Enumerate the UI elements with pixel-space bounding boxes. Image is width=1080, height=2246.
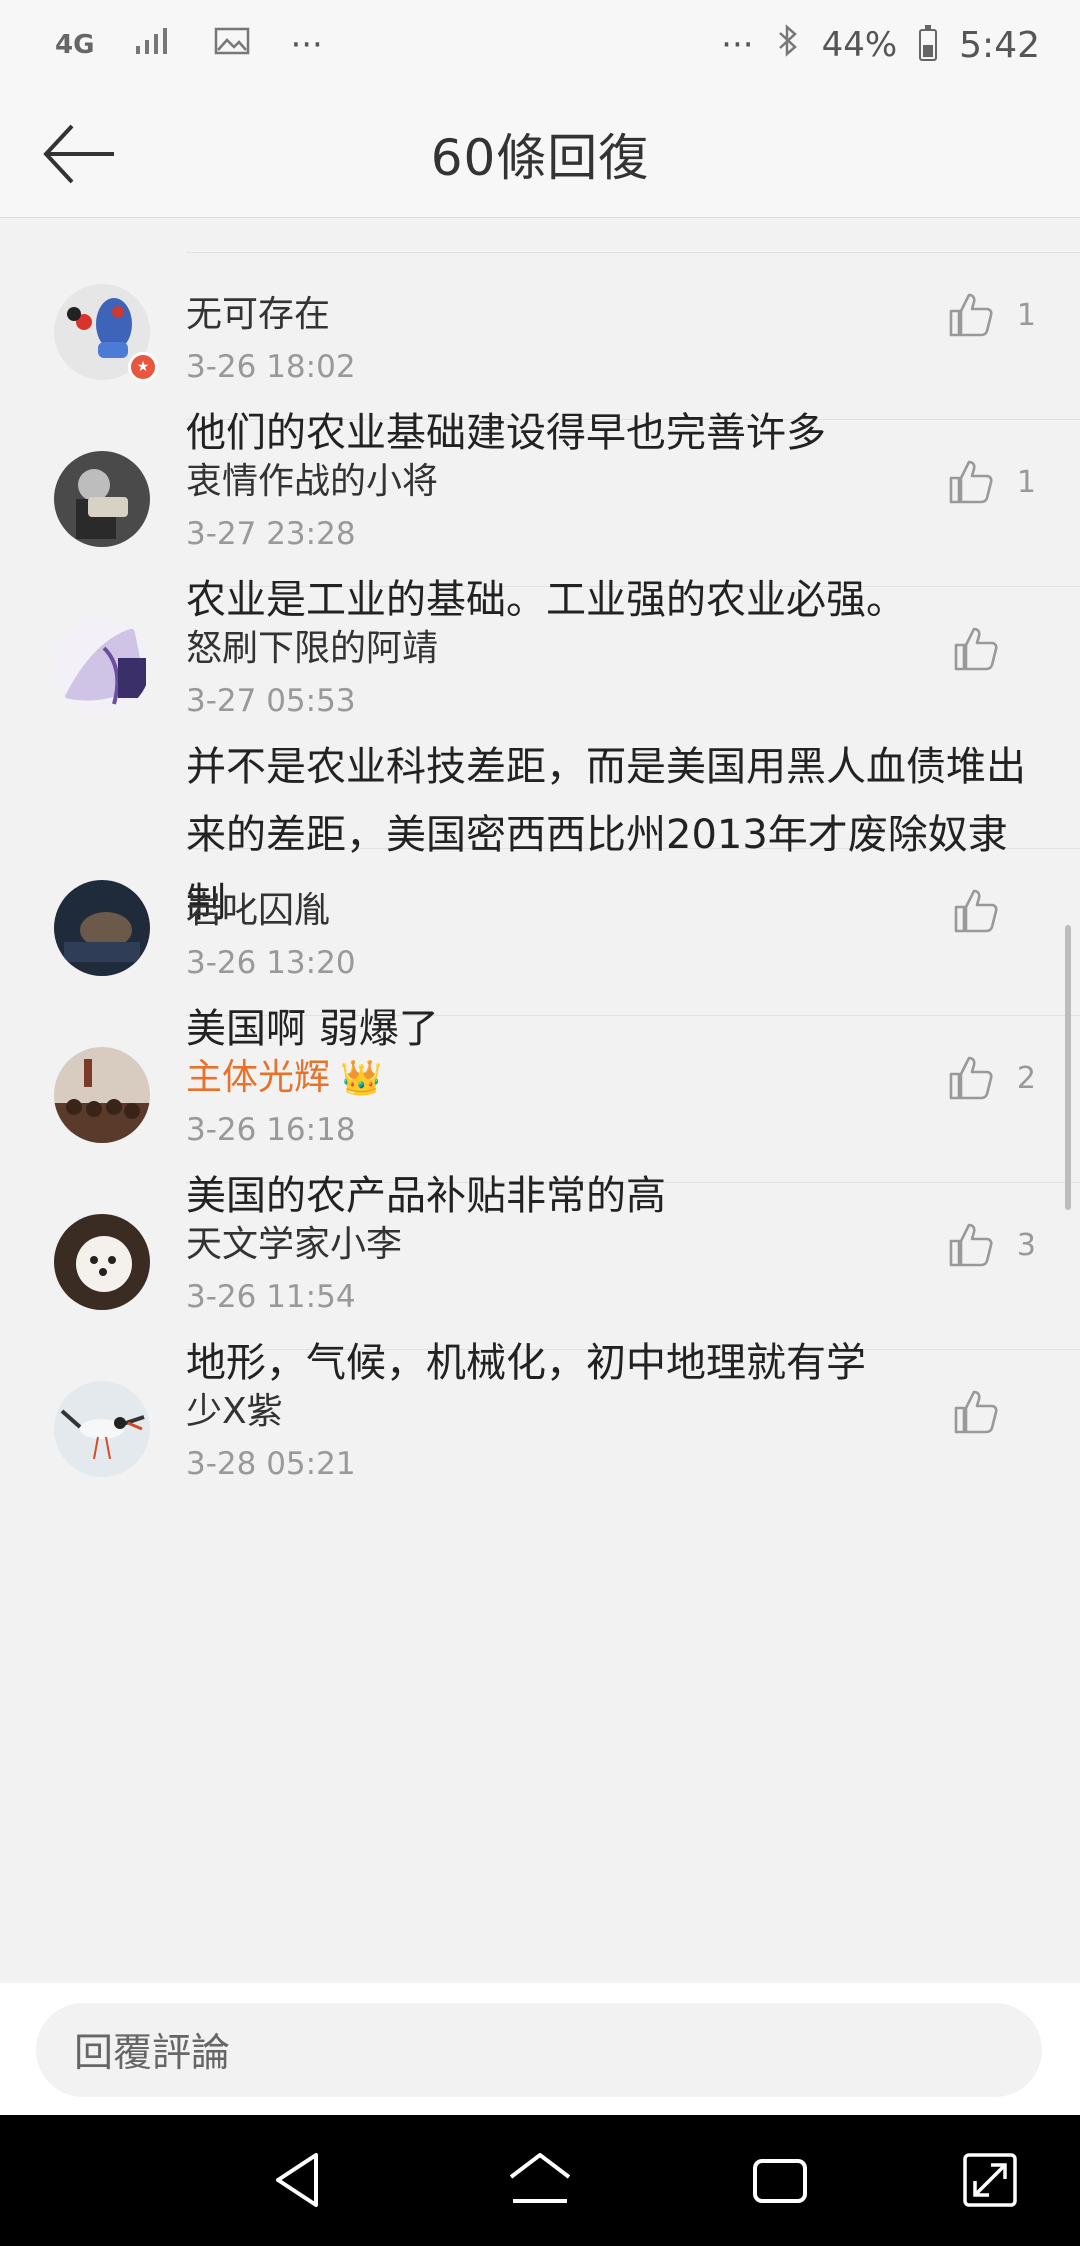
comment-time: 3-27 23:28 — [186, 516, 356, 552]
like-button[interactable] — [952, 625, 1022, 673]
thumbs-up-icon — [949, 1056, 993, 1100]
like-button[interactable]: 2 — [947, 1054, 1036, 1102]
list-item[interactable]: ★ 无可存在 3-26 18:02 他们的农业基础建设得早也完善许多 1 — [54, 253, 1080, 456]
avatar[interactable] — [54, 880, 150, 976]
clock: 5:42 — [959, 24, 1040, 66]
thumbs-up-icon — [954, 1390, 998, 1434]
scrollbar[interactable] — [1065, 925, 1071, 1210]
verified-badge-icon: ★ — [128, 352, 158, 382]
bluetooth-icon — [776, 23, 800, 68]
like-count: 3 — [1016, 1227, 1036, 1263]
list-item[interactable]: 岩叱囚胤 3-26 13:20 美国啊 弱爆了 — [54, 849, 1080, 1052]
thumbs-up-icon — [949, 460, 993, 504]
comment-username[interactable]: 主体光辉 — [186, 1054, 330, 1102]
status-bar: 4G ··· ··· 44% 5:42 — [0, 0, 1080, 90]
signal-icon — [134, 25, 174, 65]
comment-username[interactable]: 无可存在 — [186, 253, 1080, 339]
page-title: 60條回復 — [430, 128, 650, 187]
list-item[interactable]: 衷情作战的小将 3-27 23:28 农业是工业的基础。工业强的农业必强。 1 — [54, 420, 1080, 623]
comment-username-vip[interactable]: 主体光辉 👑 — [186, 1016, 1080, 1102]
avatar[interactable] — [54, 1214, 150, 1310]
comment-time: 3-26 18:02 — [186, 349, 356, 385]
avatar[interactable] — [54, 618, 150, 714]
list-item[interactable]: 主体光辉 👑 3-26 16:18 美国的农产品补贴非常的高 2 — [54, 1016, 1080, 1219]
avatar[interactable] — [54, 451, 150, 547]
list-item[interactable]: 怒刷下限的阿靖 3-27 05:53 并不是农业科技差距，而是美国用黑人血债堆出… — [54, 587, 1080, 926]
thumbs-up-icon — [954, 627, 998, 671]
comment-username[interactable]: 衷情作战的小将 — [186, 420, 1080, 506]
comment-time: 3-27 05:53 — [186, 683, 356, 719]
like-count: 1 — [1016, 297, 1036, 333]
home-icon — [509, 2153, 571, 2203]
like-button[interactable] — [952, 1388, 1022, 1436]
recents-icon — [753, 2159, 807, 2203]
comment-username[interactable]: 少X紫 — [186, 1350, 1080, 1436]
avatar[interactable] — [54, 1047, 150, 1143]
nav-recents-button[interactable] — [745, 2147, 815, 2213]
nav-fullscreen-button[interactable] — [955, 2147, 1025, 2213]
comment-time: 3-26 16:18 — [186, 1112, 356, 1148]
reply-bar: 回覆評論 — [0, 1983, 1080, 2115]
like-count: 1 — [1016, 464, 1036, 500]
like-count: 2 — [1016, 1060, 1036, 1096]
comment-username[interactable]: 天文学家小李 — [186, 1183, 1080, 1269]
thumbs-up-icon — [954, 889, 998, 933]
comment-username[interactable]: 岩叱囚胤 — [186, 849, 1080, 935]
reply-input[interactable]: 回覆評論 — [36, 2003, 1042, 2097]
back-button[interactable] — [40, 118, 120, 190]
partial-list-item — [186, 219, 1080, 253]
list-item[interactable]: 少X紫 3-28 05:21 — [54, 1350, 1080, 1550]
nav-back-button[interactable] — [266, 2147, 336, 2213]
battery-icon — [919, 25, 938, 61]
status-more-dots: ··· — [721, 25, 754, 65]
like-button[interactable]: 1 — [947, 291, 1036, 339]
thumbs-up-icon — [949, 293, 993, 337]
expand-icon — [963, 2153, 1017, 2207]
list-item[interactable]: 天文学家小李 3-26 11:54 地形，气候，机械化，初中地理就有学 3 — [54, 1183, 1080, 1386]
arrow-left-icon — [43, 124, 114, 184]
battery-percent: 44% — [821, 25, 898, 65]
triangle-back-icon — [276, 2153, 318, 2207]
thumbs-up-icon — [949, 1223, 993, 1267]
avatar[interactable] — [54, 1381, 150, 1477]
network-type: 4G — [55, 30, 95, 60]
comment-list[interactable]: ★ 无可存在 3-26 18:02 他们的农业基础建设得早也完善许多 1 衷情作… — [0, 219, 1080, 1983]
app-header: 60條回復 — [0, 90, 1080, 218]
crown-icon: 👑 — [340, 1058, 383, 1098]
image-notification-icon — [214, 25, 250, 65]
like-button[interactable]: 1 — [947, 458, 1036, 506]
like-button[interactable] — [952, 887, 1022, 935]
nav-home-button[interactable] — [505, 2147, 575, 2213]
system-nav-bar — [0, 2115, 1080, 2246]
comment-time: 3-26 11:54 — [186, 1279, 356, 1315]
comment-time: 3-26 13:20 — [186, 945, 356, 981]
notification-more-dots: ··· — [290, 25, 323, 65]
comment-time: 3-28 05:21 — [186, 1446, 356, 1482]
like-button[interactable]: 3 — [947, 1221, 1036, 1269]
comment-username[interactable]: 怒刷下限的阿靖 — [186, 587, 1080, 673]
